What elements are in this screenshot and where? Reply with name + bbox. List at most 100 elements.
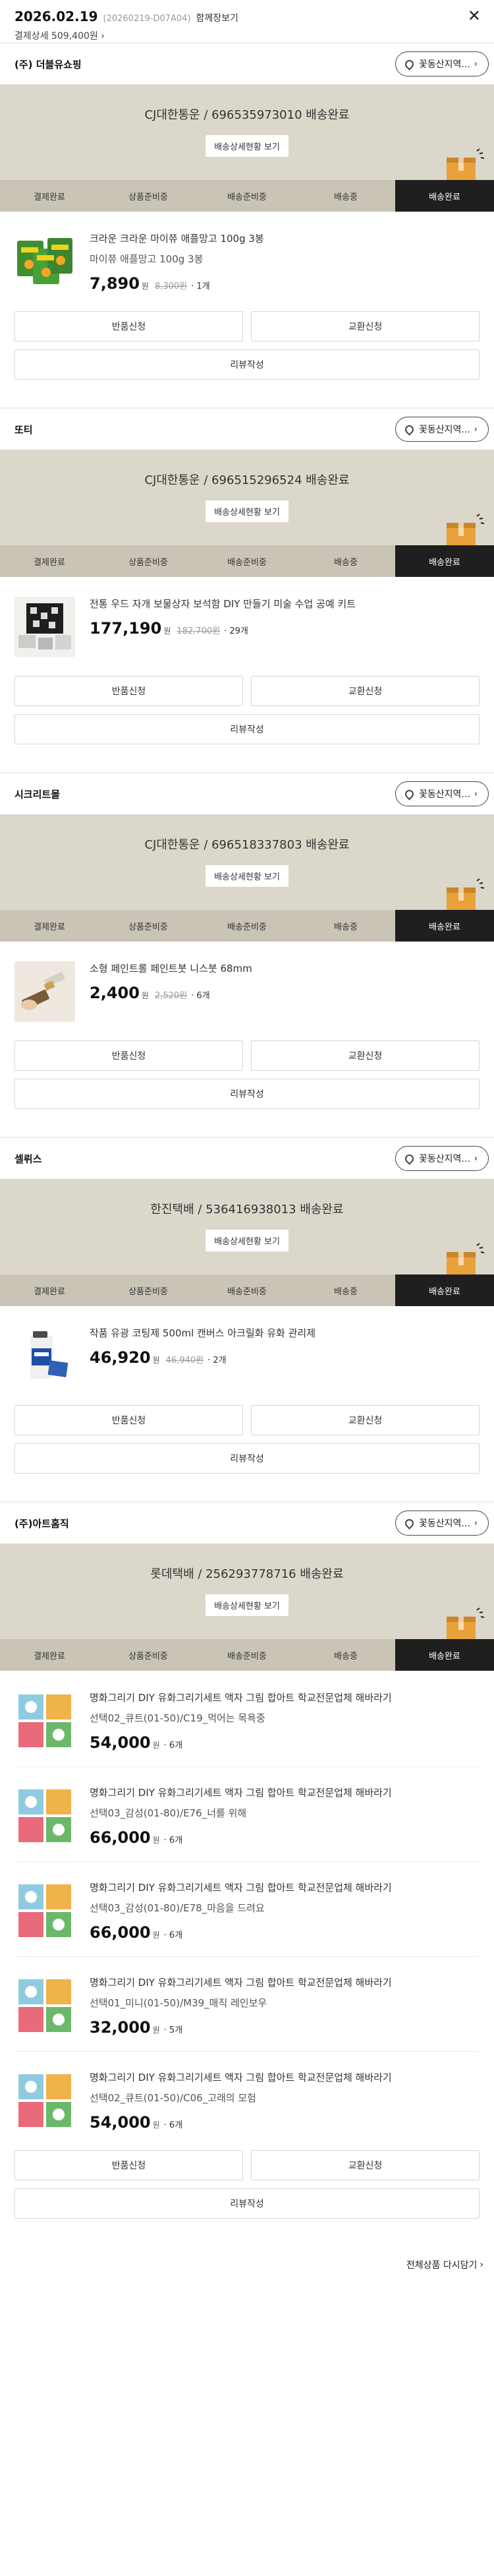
exchange-request-button[interactable]: 교환신청 bbox=[251, 311, 480, 342]
exchange-request-button[interactable]: 교환신청 bbox=[251, 676, 480, 706]
write-review-button[interactable]: 리뷰작성 bbox=[14, 2188, 480, 2219]
order-header: 2026.02.19 (20260219-D07A04) 함께장보기 결제상세 … bbox=[0, 0, 494, 42]
write-review-button[interactable]: 리뷰작성 bbox=[14, 349, 480, 380]
price: 46,920 bbox=[90, 1348, 151, 1367]
tracker-step: 배송중 bbox=[334, 192, 358, 202]
write-review-button[interactable]: 리뷰작성 bbox=[14, 1443, 480, 1474]
tracking-detail-button[interactable]: 배송상세현황 보기 bbox=[206, 500, 288, 522]
tracker-step: 상품준비중 bbox=[128, 557, 168, 568]
payment-detail-link[interactable]: 결제상세 509,400원 › bbox=[14, 29, 480, 42]
tracker-step: 상품준비중 bbox=[128, 1651, 168, 1662]
exchange-request-button[interactable]: 교환신청 bbox=[251, 1040, 480, 1071]
product-name[interactable]: 명화그리기 DIY 유화그리기세트 액자 그림 합아트 학교전문업체 해바라기 bbox=[90, 1975, 480, 1990]
order-item[interactable]: 크라운 크라운 마이쮸 애플망고 100g 3봉 마이쮸 애플망고 100g 3봉… bbox=[0, 231, 494, 293]
product-thumbnail[interactable] bbox=[14, 231, 75, 292]
original-price: 2,520원 bbox=[154, 991, 188, 1001]
item-info: 명화그리기 DIY 유화그리기세트 액자 그림 합아트 학교전문업체 해바라기 선… bbox=[90, 1880, 480, 1942]
product-name[interactable]: 명화그리기 DIY 유화그리기세트 액자 그림 합아트 학교전문업체 해바라기 bbox=[90, 1880, 480, 1895]
order-item[interactable]: 명화그리기 DIY 유화그리기세트 액자 그림 합아트 학교전문업체 해바라기 선… bbox=[0, 1880, 494, 1942]
write-review-button[interactable]: 리뷰작성 bbox=[14, 714, 480, 744]
store-name[interactable]: 셀뤼스 bbox=[14, 1152, 41, 1166]
shipping-status-box: 한진택배 / 536416938013 배송완료배송상세현황 보기 bbox=[0, 1179, 494, 1274]
tracking-detail-button[interactable]: 배송상세현황 보기 bbox=[206, 135, 288, 157]
exchange-request-button[interactable]: 교환신청 bbox=[251, 2150, 480, 2180]
product-thumbnail[interactable] bbox=[14, 2070, 75, 2131]
return-request-button[interactable]: 반품신청 bbox=[14, 2150, 243, 2180]
store-location-button[interactable]: 꽃동산지역... › bbox=[395, 781, 489, 806]
store-location-button[interactable]: 꽃동산지역... › bbox=[395, 417, 489, 442]
product-thumbnail[interactable] bbox=[14, 1975, 75, 2036]
product-name[interactable]: 명화그리기 DIY 유화그리기세트 액자 그림 합아트 학교전문업체 해바라기 bbox=[90, 1691, 480, 1705]
together-shopping-link[interactable]: 함께장보기 bbox=[196, 11, 238, 24]
store-name[interactable]: (주)아트홈직 bbox=[14, 1516, 69, 1530]
action-buttons: 반품신청 교환신청 bbox=[0, 2150, 494, 2180]
store-name[interactable]: 시크리트몰 bbox=[14, 787, 60, 801]
quantity: · 6개 bbox=[163, 1741, 183, 1751]
item-divider bbox=[14, 1766, 480, 1767]
store-location-button[interactable]: 꽃동산지역... › bbox=[395, 1146, 489, 1171]
product-thumbnail[interactable] bbox=[14, 597, 75, 657]
shipping-info: CJ대한통운 / 696535973010 배송완료 bbox=[144, 108, 350, 122]
product-name[interactable]: 전통 우드 자개 보물상자 보석함 DIY 만들기 미술 수업 공예 키트 bbox=[90, 597, 480, 611]
tracker-step: 배송중 bbox=[334, 1651, 358, 1662]
tracking-detail-button[interactable]: 배송상세현황 보기 bbox=[206, 865, 288, 887]
store-name[interactable]: 또티 bbox=[14, 423, 33, 436]
tracker-step: 배송완료 bbox=[395, 1274, 494, 1306]
original-price: 182,700원 bbox=[177, 626, 221, 636]
product-thumbnail[interactable] bbox=[14, 1880, 75, 1941]
tracker-step: 배송준비중 bbox=[227, 1286, 267, 1297]
product-thumbnail[interactable] bbox=[14, 1326, 75, 1387]
tracker-step: 배송완료 bbox=[395, 180, 494, 212]
price: 32,000 bbox=[90, 2018, 151, 2037]
shipping-info: 롯데택배 / 256293778716 배송완료 bbox=[150, 1567, 344, 1581]
chevron-right-icon: › bbox=[474, 789, 478, 799]
item-info: 명화그리기 DIY 유화그리기세트 액자 그림 합아트 학교전문업체 해바라기 선… bbox=[90, 2070, 480, 2132]
order-item[interactable]: 명화그리기 DIY 유화그리기세트 액자 그림 합아트 학교전문업체 해바라기 선… bbox=[0, 2070, 494, 2132]
product-name[interactable]: 작품 유광 코팅제 500ml 캔버스 아크릴화 유화 관리제 bbox=[90, 1326, 480, 1340]
product-thumbnail[interactable] bbox=[14, 1691, 75, 1751]
store-name[interactable]: (주) 더블유쇼핑 bbox=[14, 57, 82, 71]
tracker-step: 배송중 bbox=[334, 557, 358, 568]
exchange-request-button[interactable]: 교환신청 bbox=[251, 1405, 480, 1435]
store-section: 시크리트몰 꽃동산지역... › CJ대한통운 / 696518337803 배송완료… bbox=[0, 772, 494, 1109]
write-review-button[interactable]: 리뷰작성 bbox=[14, 1079, 480, 1109]
delivery-tracker: 결제완료 상품준비중 배송준비중 배송중 배송완료 bbox=[0, 1243, 494, 1306]
currency-unit: 원 bbox=[152, 2025, 160, 2035]
product-name[interactable]: 크라운 크라운 마이쮸 애플망고 100g 3봉 bbox=[90, 231, 480, 246]
order-item[interactable]: 명화그리기 DIY 유화그리기세트 액자 그림 합아트 학교전문업체 해바라기 선… bbox=[0, 1691, 494, 1752]
order-item[interactable]: 명화그리기 DIY 유화그리기세트 액자 그림 합아트 학교전문업체 해바라기 선… bbox=[0, 1975, 494, 2037]
return-request-button[interactable]: 반품신청 bbox=[14, 676, 243, 706]
order-item[interactable]: 작품 유광 코팅제 500ml 캔버스 아크릴화 유화 관리제 46,920 원 46… bbox=[0, 1326, 494, 1387]
chevron-right-icon: › bbox=[474, 1153, 478, 1164]
quantity: · 1개 bbox=[191, 282, 210, 291]
store-location-button[interactable]: 꽃동산지역... › bbox=[395, 51, 489, 76]
currency-unit: 원 bbox=[152, 1741, 160, 1750]
tracking-detail-button[interactable]: 배송상세현황 보기 bbox=[206, 1594, 288, 1616]
tracker-step: 배송중 bbox=[334, 1286, 358, 1297]
original-price: 8,300원 bbox=[154, 282, 188, 291]
return-request-button[interactable]: 반품신청 bbox=[14, 1405, 243, 1435]
product-name[interactable]: 명화그리기 DIY 유화그리기세트 액자 그림 합아트 학교전문업체 해바라기 bbox=[90, 2070, 480, 2085]
order-item[interactable]: 명화그리기 DIY 유화그리기세트 액자 그림 합아트 학교전문업체 해바라기 선… bbox=[0, 1785, 494, 1847]
close-icon[interactable]: ✕ bbox=[468, 8, 481, 24]
tracker-step: 상품준비중 bbox=[128, 192, 168, 202]
product-thumbnail[interactable] bbox=[14, 1785, 75, 1846]
rebuy-label: 전체상품 다시담기 bbox=[406, 2260, 478, 2271]
shipping-info: 한진택배 / 536416938013 배송완료 bbox=[150, 1203, 344, 1216]
product-name[interactable]: 소형 페인트롤 페인트붓 니스붓 68mm bbox=[90, 961, 480, 976]
action-buttons: 반품신청 교환신청 bbox=[0, 1405, 494, 1435]
store-location-button[interactable]: 꽃동산지역... › bbox=[395, 1511, 489, 1536]
return-request-button[interactable]: 반품신청 bbox=[14, 311, 243, 342]
tracker-step: 배송중 bbox=[334, 922, 358, 932]
product-name[interactable]: 명화그리기 DIY 유화그리기세트 액자 그림 합아트 학교전문업체 해바라기 bbox=[90, 1785, 480, 1800]
price-line: 66,000 원 · 6개 bbox=[90, 1828, 480, 1847]
product-thumbnail[interactable] bbox=[14, 961, 75, 1022]
order-item[interactable]: 전통 우드 자개 보물상자 보석함 DIY 만들기 미술 수업 공예 키트 177… bbox=[0, 597, 494, 657]
return-request-button[interactable]: 반품신청 bbox=[14, 1040, 243, 1071]
tracker-step: 결제완료 bbox=[34, 192, 65, 202]
order-item[interactable]: 소형 페인트롤 페인트붓 니스붓 68mm 2,400 원 2,520원 · 6개 bbox=[0, 961, 494, 1022]
currency-unit: 원 bbox=[152, 1931, 160, 1940]
tracking-detail-button[interactable]: 배송상세현황 보기 bbox=[206, 1230, 288, 1251]
store-list: (주) 더블유쇼핑 꽃동산지역... › CJ대한통운 / 696535973010 … bbox=[0, 42, 494, 2219]
rebuy-all-button[interactable]: 전체상품 다시담기 › bbox=[0, 2246, 494, 2283]
